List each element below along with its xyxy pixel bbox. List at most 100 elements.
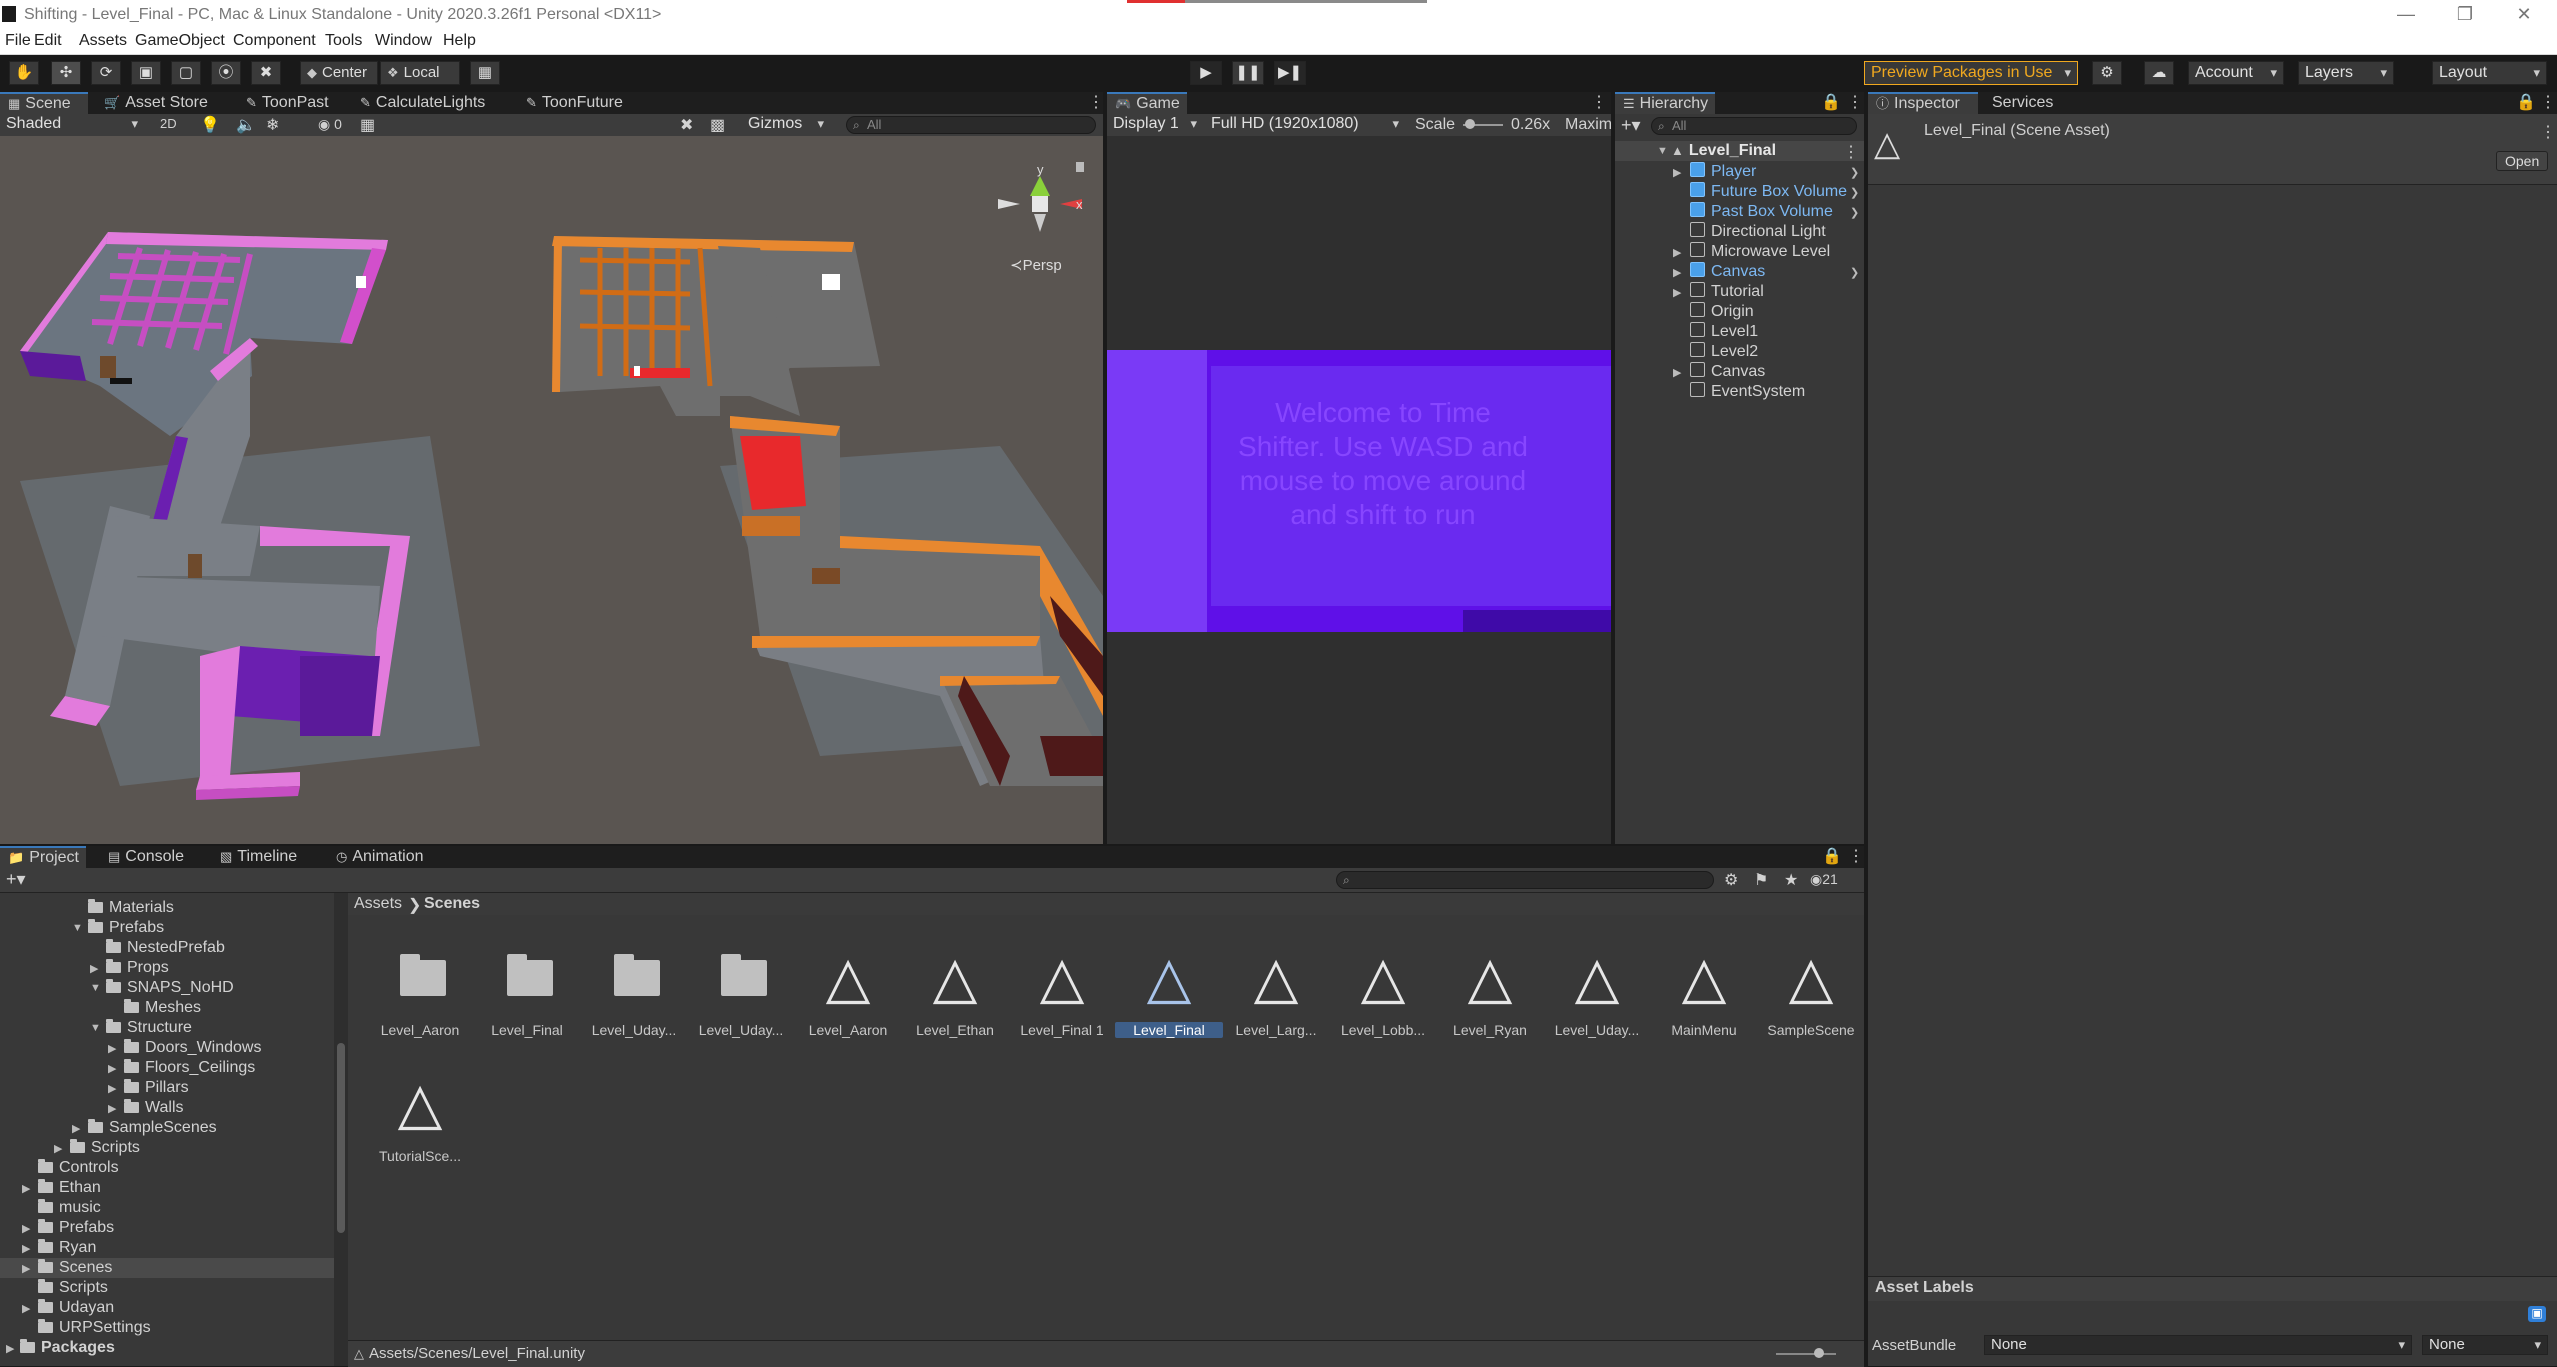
tab-toonpast[interactable]: ✎ ToonPast bbox=[238, 92, 337, 114]
collapse-arrow-icon[interactable]: ▼ bbox=[90, 1022, 101, 1034]
expand-arrow-icon[interactable]: ▶ bbox=[72, 1122, 80, 1135]
hierarchy-item-canvas[interactable]: Canvas bbox=[1690, 362, 1765, 382]
tab-services[interactable]: Services bbox=[1984, 92, 2061, 114]
expand-arrow-icon[interactable]: ▶ bbox=[1673, 286, 1681, 299]
transform-tool-icon[interactable]: ⦿ bbox=[211, 61, 241, 85]
scale-slider-thumb[interactable] bbox=[1465, 119, 1475, 129]
hierarchy-item-canvas-prefab[interactable]: Canvas bbox=[1690, 262, 1765, 282]
asset-scene-level-final-1[interactable]: △ Level_Final 1 bbox=[1008, 946, 1108, 1056]
scale-tool-icon[interactable]: ▣ bbox=[131, 61, 161, 85]
tree-item-prefabs-root[interactable]: Prefabs bbox=[38, 1218, 114, 1238]
tree-item-udayan[interactable]: Udayan bbox=[38, 1298, 114, 1318]
tab-toonfuture[interactable]: ✎ ToonFuture bbox=[518, 92, 631, 114]
tree-item-music[interactable]: music bbox=[38, 1198, 101, 1218]
hierarchy-item-future-box-volume[interactable]: Future Box Volume bbox=[1690, 182, 1847, 202]
layers-dropdown[interactable]: Layers bbox=[2298, 61, 2394, 85]
tree-item-prefabs[interactable]: Prefabs bbox=[88, 918, 164, 938]
hierarchy-item-past-box-volume[interactable]: Past Box Volume bbox=[1690, 202, 1833, 222]
menu-edit[interactable]: Edit bbox=[34, 32, 62, 50]
expand-arrow-icon[interactable]: ▶ bbox=[22, 1242, 30, 1255]
asset-folder-level-aaron[interactable]: Level_Aaron bbox=[366, 946, 466, 1056]
asset-scene-level-udayan[interactable]: △ Level_Uday... bbox=[1543, 946, 1643, 1056]
effects-icon[interactable]: ❄ bbox=[266, 115, 279, 135]
breadcrumb-scenes[interactable]: Scenes bbox=[424, 895, 480, 913]
asset-scene-level-large[interactable]: △ Level_Larg... bbox=[1222, 946, 1322, 1056]
tree-item-samplescenes[interactable]: SampleScenes bbox=[88, 1118, 217, 1138]
grid-snap-icon[interactable]: ▦ bbox=[470, 61, 500, 85]
expand-arrow-icon[interactable]: ▶ bbox=[22, 1302, 30, 1315]
collapse-arrow-icon[interactable]: ▼ bbox=[90, 982, 101, 994]
custom-tool-icon[interactable]: ✖ bbox=[251, 61, 281, 85]
asset-scene-samplescene[interactable]: △ SampleScene bbox=[1757, 946, 1857, 1056]
assetbundle-dropdown[interactable]: None bbox=[1984, 1335, 2412, 1355]
hierarchy-item-tutorial[interactable]: Tutorial bbox=[1690, 282, 1764, 302]
maximize-on-play-toggle[interactable]: Maxim bbox=[1565, 116, 1612, 134]
tree-item-doors-windows[interactable]: Doors_Windows bbox=[124, 1038, 261, 1058]
prefab-open-icon[interactable]: ❯ bbox=[1850, 206, 1859, 219]
breadcrumb-assets[interactable]: Assets bbox=[354, 895, 402, 913]
expand-arrow-icon[interactable]: ▶ bbox=[1673, 246, 1681, 259]
hierarchy-add-button[interactable]: +▾ bbox=[1621, 115, 1641, 136]
tree-item-scripts[interactable]: Scripts bbox=[70, 1138, 140, 1158]
hierarchy-item-eventsystem[interactable]: EventSystem bbox=[1690, 382, 1805, 402]
tree-item-scenes[interactable]: Scenes bbox=[38, 1258, 112, 1278]
resolution-dropdown[interactable]: Full HD (1920x1080) bbox=[1205, 115, 1405, 135]
asset-scene-tutorialscene[interactable]: △ TutorialSce... bbox=[366, 1072, 466, 1182]
asset-scene-level-lobby[interactable]: △ Level_Lobb... bbox=[1329, 946, 1429, 1056]
search-by-label-icon[interactable]: ⚑ bbox=[1754, 870, 1768, 890]
tab-animation[interactable]: ◷ Animation bbox=[328, 846, 432, 868]
tab-project[interactable]: 📁 Project bbox=[0, 846, 86, 868]
game-viewport[interactable]: Welcome to Time Shifter. Use WASD and mo… bbox=[1107, 136, 1611, 844]
menu-help[interactable]: Help bbox=[443, 32, 476, 50]
prefab-open-icon[interactable]: ❯ bbox=[1850, 186, 1859, 199]
project-add-button[interactable]: +▾ bbox=[6, 869, 26, 890]
menu-window[interactable]: Window bbox=[375, 32, 432, 50]
asset-label-tag-icon[interactable]: ▣ bbox=[2528, 1306, 2546, 1322]
grid-toggle-icon[interactable]: ▦ bbox=[360, 115, 375, 135]
gizmos-dropdown[interactable]: Gizmos bbox=[742, 115, 830, 135]
preview-packages-dropdown[interactable]: Preview Packages in Use bbox=[1864, 61, 2078, 85]
tree-item-ethan[interactable]: Ethan bbox=[38, 1178, 101, 1198]
menu-file[interactable]: File bbox=[5, 32, 31, 50]
tree-item-structure[interactable]: Structure bbox=[106, 1018, 192, 1038]
open-button[interactable]: Open bbox=[2496, 151, 2549, 171]
hierarchy-item-origin[interactable]: Origin bbox=[1690, 302, 1754, 322]
tab-calculatelights[interactable]: ✎ CalculateLights bbox=[352, 92, 493, 114]
icon-size-slider-thumb[interactable] bbox=[1814, 1348, 1824, 1358]
asset-folder-level-udayan-1[interactable]: Level_Uday... bbox=[580, 946, 680, 1056]
prefab-open-icon[interactable]: ❯ bbox=[1850, 166, 1859, 179]
tree-item-controls[interactable]: Controls bbox=[38, 1158, 119, 1178]
scene-root-expand-icon[interactable]: ▼ bbox=[1657, 145, 1668, 157]
hierarchy-search-input[interactable]: All bbox=[1651, 117, 1857, 135]
account-dropdown[interactable]: Account bbox=[2188, 61, 2284, 85]
tab-scene[interactable]: ▦ Scene bbox=[0, 92, 88, 114]
tree-item-scripts-root[interactable]: Scripts bbox=[38, 1278, 108, 1298]
expand-arrow-icon[interactable]: ▶ bbox=[1673, 266, 1681, 279]
expand-arrow-icon[interactable]: ▶ bbox=[22, 1262, 30, 1275]
close-icon[interactable]: ✕ bbox=[2504, 4, 2544, 28]
scene-root-more-icon[interactable]: ⋮ bbox=[1843, 142, 1859, 162]
tree-item-pillars[interactable]: Pillars bbox=[124, 1078, 189, 1098]
tab-console[interactable]: ▤ Console bbox=[100, 846, 192, 868]
tab-timeline[interactable]: ▧ Timeline bbox=[212, 846, 305, 868]
tree-item-materials[interactable]: Materials bbox=[88, 898, 174, 918]
tree-item-packages[interactable]: Packages bbox=[20, 1338, 115, 1358]
hierarchy-item-player[interactable]: Player bbox=[1690, 162, 1756, 182]
asset-folder-level-final[interactable]: Level_Final bbox=[473, 946, 573, 1056]
perspective-toggle[interactable]: ≺Persp bbox=[1010, 256, 1062, 274]
expand-arrow-icon[interactable]: ▶ bbox=[108, 1082, 116, 1095]
assetbundle-variant-dropdown[interactable]: None bbox=[2422, 1335, 2548, 1355]
menu-component[interactable]: Component bbox=[233, 32, 316, 50]
asset-scene-level-final[interactable]: △ Level_Final bbox=[1115, 946, 1223, 1056]
asset-folder-level-udayan-2[interactable]: Level_Uday... bbox=[687, 946, 787, 1056]
inspector-header-more-icon[interactable]: ⋮ bbox=[2540, 122, 2556, 142]
display-dropdown[interactable]: Display 1 bbox=[1107, 115, 1203, 135]
favorite-icon[interactable]: ★ bbox=[1784, 870, 1798, 890]
minimize-icon[interactable]: — bbox=[2386, 4, 2426, 28]
asset-scene-mainmenu[interactable]: △ MainMenu bbox=[1650, 946, 1750, 1056]
hierarchy-item-directional-light[interactable]: Directional Light bbox=[1690, 222, 1826, 242]
inspector-more-icon[interactable]: ⋮ bbox=[2532, 92, 2557, 114]
expand-arrow-icon[interactable]: ▶ bbox=[22, 1222, 30, 1235]
expand-arrow-icon[interactable]: ▶ bbox=[22, 1182, 30, 1195]
expand-arrow-icon[interactable]: ▶ bbox=[6, 1342, 14, 1355]
